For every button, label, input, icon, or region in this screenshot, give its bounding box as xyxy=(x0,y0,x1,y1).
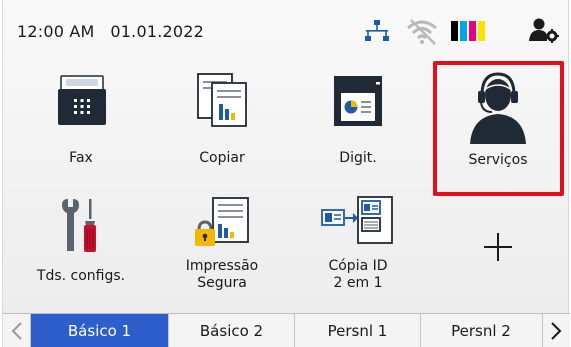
tile-all-settings[interactable]: Tds. configs. xyxy=(21,196,141,306)
tile-label: Tds. configs. xyxy=(36,268,126,284)
toner-levels-icon[interactable] xyxy=(451,21,487,41)
fax-icon xyxy=(58,75,106,125)
status-bar: 12:00 AM 01.01.2022 xyxy=(3,0,568,54)
tools-icon xyxy=(62,199,96,252)
tile-id-copy[interactable]: Cópia ID 2 em 1 xyxy=(298,196,418,306)
chevron-right-icon xyxy=(551,322,562,340)
toner-black xyxy=(451,21,458,41)
tile-services[interactable]: Serviços xyxy=(438,66,558,192)
headset-user-icon xyxy=(470,72,526,144)
user-settings-icon[interactable] xyxy=(529,17,559,43)
tab-persnl-1[interactable]: Persnl 1 xyxy=(294,314,420,347)
tab-persnl-2[interactable]: Persnl 2 xyxy=(420,314,541,347)
wifi-off-icon[interactable] xyxy=(405,17,439,45)
tile-label: Digit. xyxy=(339,150,377,166)
tile-fax[interactable]: Fax xyxy=(21,64,141,190)
secure-print-icon xyxy=(195,197,249,246)
tile-label-line-2: Segura xyxy=(197,275,247,291)
tab-bar: Básico 1 Básico 2 Persnl 1 Persnl 2 xyxy=(3,313,570,347)
status-time: 12:00 AM xyxy=(17,22,95,41)
tab-basico-1[interactable]: Básico 1 xyxy=(30,314,168,347)
tile-label-line-2: 2 em 1 xyxy=(333,275,383,291)
status-date: 01.01.2022 xyxy=(110,22,205,41)
tile-label: Fax xyxy=(69,150,93,166)
tile-secure-print[interactable]: Impressão Segura xyxy=(162,196,282,306)
copy-icon xyxy=(197,73,247,127)
tile-label-line-1: Cópia ID xyxy=(328,258,388,274)
toner-cyan xyxy=(460,21,467,41)
status-datetime: 12:00 AM 01.01.2022 xyxy=(17,22,204,41)
tab-label: Persnl 2 xyxy=(451,322,511,340)
tile-label: Serviços xyxy=(468,152,528,168)
wired-network-icon[interactable] xyxy=(363,18,391,44)
tab-next-button[interactable] xyxy=(542,314,569,347)
plus-icon xyxy=(484,233,512,261)
toner-yellow xyxy=(478,21,485,41)
tab-basico-2[interactable]: Básico 2 xyxy=(168,314,294,347)
tab-prev-button[interactable] xyxy=(3,314,30,347)
touchscreen: 12:00 AM 01.01.2022 Fax Copiar Digit. Se… xyxy=(2,0,570,347)
tile-label: Copiar xyxy=(199,150,245,166)
toner-magenta xyxy=(469,21,476,41)
tab-label: Persnl 1 xyxy=(327,322,388,340)
tile-copy[interactable]: Copiar xyxy=(162,64,282,190)
tile-label-line-1: Impressão xyxy=(185,258,259,274)
tile-scan[interactable]: Digit. xyxy=(298,64,418,190)
scan-icon xyxy=(334,76,382,126)
tile-add-shortcut[interactable] xyxy=(438,196,558,306)
tab-label: Básico 2 xyxy=(199,322,264,340)
id-copy-icon xyxy=(321,196,393,244)
tab-label: Básico 1 xyxy=(67,322,132,340)
chevron-left-icon xyxy=(11,322,22,340)
